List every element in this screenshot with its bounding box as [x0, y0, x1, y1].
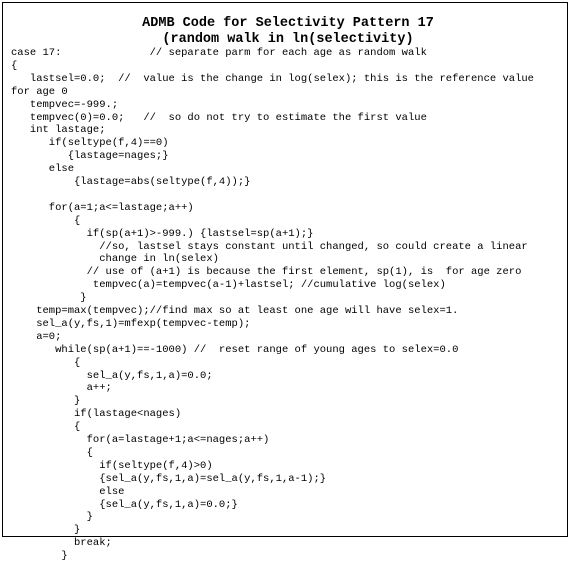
code-line: change in ln(selex) — [11, 253, 219, 266]
code-line: tempvec=-999.; — [11, 98, 119, 111]
code-line: { — [11, 421, 81, 434]
code-line: // use of (a+1) is because the first ele… — [11, 266, 522, 279]
code-line: {sel_a(y,fs,1,a)=sel_a(y,fs,1,a-1);} — [11, 472, 327, 485]
code-line: { — [11, 59, 18, 72]
code-line: { — [11, 446, 93, 459]
code-line: { — [11, 356, 81, 369]
code-line: a++; — [11, 382, 112, 395]
code-line: tempvec(a)=tempvec(a-1)+lastsel; //cumul… — [11, 279, 446, 292]
code-line: else — [11, 485, 125, 498]
code-line: while(sp(a+1)==-1000) // reset range of … — [11, 343, 459, 356]
code-line: } — [11, 511, 93, 524]
code-line: case 17: // separate parm for each age a… — [11, 47, 427, 59]
code-line: int lastage; — [11, 124, 106, 137]
code-line: if(seltype(f,4)>0) — [11, 459, 213, 472]
code-line: //so, lastsel stays constant until chang… — [11, 240, 528, 253]
figure-title-line-2: (random walk in ln(selectivity) — [162, 32, 414, 47]
code-line: {lastage=nages;} — [11, 150, 169, 163]
code-line: } — [11, 550, 68, 562]
code-line: lastsel=0.0; // value is the change in l… — [11, 72, 534, 85]
figure-title-line-1: ADMB Code for Selectivity Pattern 17 — [142, 16, 434, 31]
code-line: for(a=1;a<=lastage;a++) — [11, 201, 194, 214]
code-line: { — [11, 214, 81, 227]
code-line: {lastage=abs(seltype(f,4));} — [11, 176, 251, 188]
code-line: sel_a(y,fs,1)=mfexp(tempvec-temp); — [11, 317, 251, 330]
code-line: tempvec(0)=0.0; // so do not try to esti… — [11, 111, 427, 124]
code-line: } — [11, 524, 81, 537]
code-line: {sel_a(y,fs,1,a)=0.0;} — [11, 498, 238, 511]
code-line: temp=max(tempvec);//find max so at least… — [11, 305, 459, 317]
code-line: if(seltype(f,4)==0) — [11, 137, 169, 150]
code-line: if(sp(a+1)>-999.) {lastsel=sp(a+1);} — [11, 227, 314, 240]
code-line: sel_a(y,fs,1,a)=0.0; — [11, 369, 213, 382]
code-line: if(lastage<nages) — [11, 408, 182, 421]
code-line: a=0; — [11, 330, 62, 343]
code-line: break; — [11, 537, 112, 550]
code-line: for(a=lastage+1;a<=nages;a++) — [11, 434, 270, 446]
code-line: else — [11, 163, 75, 176]
code-line: } — [11, 395, 81, 408]
code-line: for age 0 — [11, 85, 68, 98]
code-line: } — [11, 292, 87, 305]
